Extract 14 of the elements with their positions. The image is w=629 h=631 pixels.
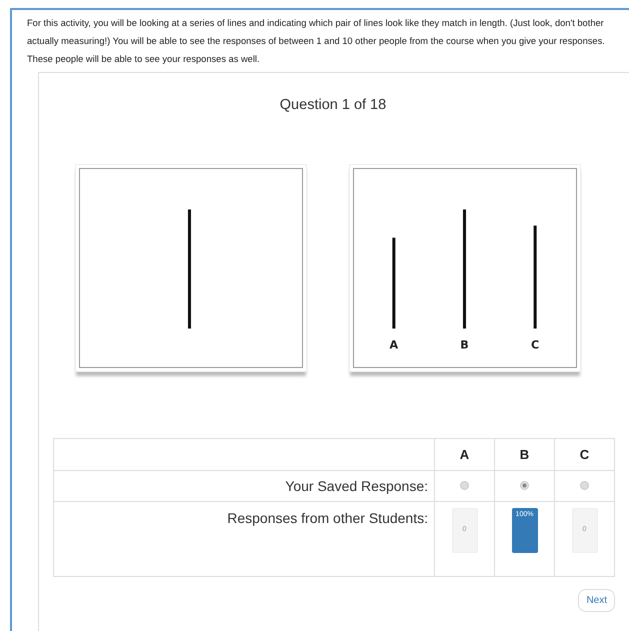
option-letter: B [460,338,469,352]
option-letter: C [531,338,540,352]
row-label: Your Saved Response: [54,470,434,502]
radio-button[interactable] [520,481,529,490]
question-title: Question 1 of 18 [278,97,388,113]
column-header: C [554,438,614,470]
column-header: B [494,438,554,470]
instructions-text: For this activity, you will be looking at a series of lines and indicating which pair of lines look like they match in length. (Just look, don't bother actually measuring!) You will be able to see the responses of between 1 and 10 other people from the course when you give your responses. These people will be able to see your responses as well. [27,17,606,66]
row-label: Responses from other Students: [54,502,434,576]
column-header: A [434,438,494,470]
radio-button[interactable] [460,481,469,490]
option-letter: A [390,338,398,352]
next-button[interactable]: Next [578,589,615,612]
radio-button[interactable] [580,481,589,490]
